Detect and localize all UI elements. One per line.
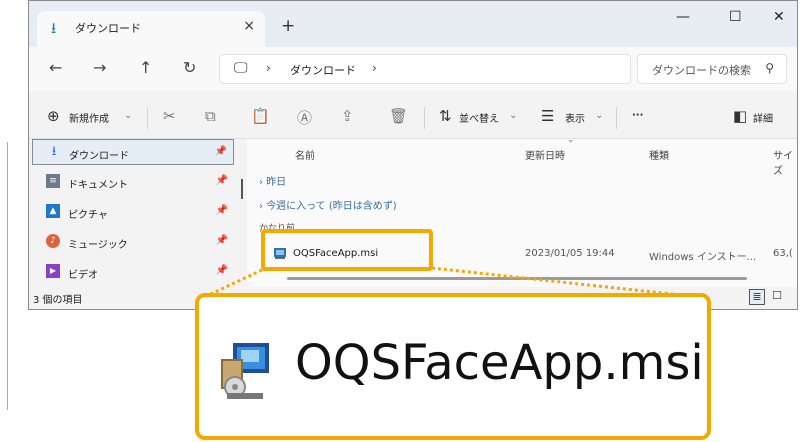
installer-icon (221, 343, 269, 399)
zoom-callout: OQSFaceApp.msi (195, 293, 711, 440)
callout-filename: OQSFaceApp.msi (295, 335, 704, 391)
